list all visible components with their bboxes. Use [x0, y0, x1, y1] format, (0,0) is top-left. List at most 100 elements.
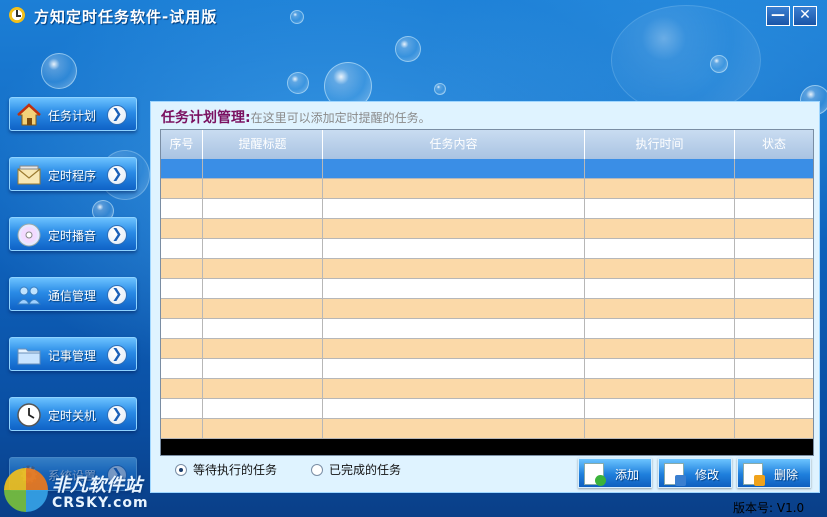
bubble-decoration	[287, 72, 309, 94]
sidebar-item-timed-shutdown[interactable]: 定时关机 ❯	[9, 397, 137, 431]
table-row[interactable]	[161, 159, 813, 179]
table-cell	[323, 379, 585, 398]
bubble-decoration	[710, 55, 728, 73]
column-header-index[interactable]: 序号	[161, 130, 203, 159]
column-header-content[interactable]: 任务内容	[323, 130, 585, 159]
sidebar-item-communication[interactable]: 通信管理 ❯	[9, 277, 137, 311]
table-row[interactable]	[161, 239, 813, 259]
chevron-right-icon: ❯	[107, 225, 127, 245]
column-header-status[interactable]: 状态	[735, 130, 813, 159]
table-row[interactable]	[161, 419, 813, 439]
table-cell	[735, 299, 813, 318]
table-cell	[203, 379, 323, 398]
table-cell	[203, 179, 323, 198]
table-row[interactable]	[161, 339, 813, 359]
title-bar: 方知定时任务软件-试用版 — ✕	[0, 0, 827, 30]
delete-button-label: 删除	[774, 468, 799, 482]
table-cell	[323, 219, 585, 238]
table-cell	[585, 399, 735, 418]
table-row[interactable]	[161, 399, 813, 419]
app-title: 方知定时任务软件-试用版	[34, 8, 218, 26]
envelope-icon	[17, 165, 41, 185]
table-cell	[323, 319, 585, 338]
sidebar-item-timed-program[interactable]: 定时程序 ❯	[9, 157, 137, 191]
table-cell	[585, 359, 735, 378]
edit-document-icon	[664, 463, 686, 486]
table-cell	[735, 259, 813, 278]
table-cell	[323, 299, 585, 318]
filter-completed-label: 已完成的任务	[329, 463, 402, 477]
bubble-decoration	[434, 83, 446, 95]
table-cell	[323, 259, 585, 278]
table-cell	[585, 199, 735, 218]
table-cell	[203, 419, 323, 438]
table-cell	[203, 239, 323, 258]
task-table[interactable]: 序号 提醒标题 任务内容 执行时间 状态	[160, 129, 814, 456]
table-cell	[735, 419, 813, 438]
task-filter-group: 等待执行的任务 已完成的任务	[175, 461, 401, 478]
table-cell	[323, 279, 585, 298]
sidebar-item-label: 定时播音	[48, 229, 97, 243]
table-cell	[735, 219, 813, 238]
close-button[interactable]: ✕	[793, 6, 817, 26]
table-row[interactable]	[161, 199, 813, 219]
clock-icon	[17, 403, 41, 427]
watermark-line2: CRSKY.com	[52, 495, 149, 511]
table-cell	[203, 399, 323, 418]
table-row[interactable]	[161, 359, 813, 379]
table-cell	[203, 279, 323, 298]
table-cell	[161, 359, 203, 378]
table-row[interactable]	[161, 299, 813, 319]
table-cell	[161, 219, 203, 238]
filter-pending-radio[interactable]: 等待执行的任务	[175, 461, 277, 478]
table-cell	[585, 219, 735, 238]
table-cell	[585, 239, 735, 258]
table-cell	[323, 359, 585, 378]
add-document-icon	[584, 463, 606, 486]
table-row[interactable]	[161, 379, 813, 399]
contacts-icon	[17, 286, 41, 305]
watermark-logo-icon	[4, 468, 48, 512]
table-cell	[161, 159, 203, 178]
table-row[interactable]	[161, 259, 813, 279]
table-cell	[585, 379, 735, 398]
table-cell	[203, 219, 323, 238]
table-cell	[161, 419, 203, 438]
chevron-right-icon: ❯	[107, 105, 127, 125]
table-cell	[585, 299, 735, 318]
folder-icon	[17, 348, 41, 365]
table-cell	[203, 299, 323, 318]
delete-button[interactable]: 删除	[737, 458, 811, 488]
column-header-title[interactable]: 提醒标题	[203, 130, 323, 159]
sidebar-item-label: 记事管理	[48, 349, 97, 363]
edit-button[interactable]: 修改	[658, 458, 732, 488]
minimize-button[interactable]: —	[766, 6, 790, 26]
sidebar-item-task-plan[interactable]: 任务计划 ❯	[9, 97, 137, 131]
filter-completed-radio[interactable]: 已完成的任务	[311, 461, 401, 478]
table-cell	[323, 199, 585, 218]
table-cell	[735, 239, 813, 258]
table-cell	[735, 379, 813, 398]
table-cell	[161, 319, 203, 338]
table-row[interactable]	[161, 179, 813, 199]
column-header-time[interactable]: 执行时间	[585, 130, 735, 159]
filter-pending-label: 等待执行的任务	[193, 463, 278, 477]
table-cell	[585, 339, 735, 358]
edit-button-label: 修改	[695, 468, 720, 482]
table-cell	[735, 359, 813, 378]
cd-icon	[17, 223, 41, 247]
sidebar-item-timed-broadcast[interactable]: 定时播音 ❯	[9, 217, 137, 251]
table-cell	[161, 299, 203, 318]
table-row[interactable]	[161, 219, 813, 239]
sidebar-item-notes[interactable]: 记事管理 ❯	[9, 337, 137, 371]
table-row[interactable]	[161, 319, 813, 339]
table-cell	[585, 159, 735, 178]
table-row[interactable]	[161, 279, 813, 299]
add-button[interactable]: 添加	[578, 458, 652, 488]
house-icon	[17, 103, 41, 126]
page-title: 任务计划管理:	[161, 110, 251, 126]
table-cell	[203, 359, 323, 378]
table-cell	[203, 339, 323, 358]
table-cell	[203, 199, 323, 218]
table-cell	[161, 399, 203, 418]
